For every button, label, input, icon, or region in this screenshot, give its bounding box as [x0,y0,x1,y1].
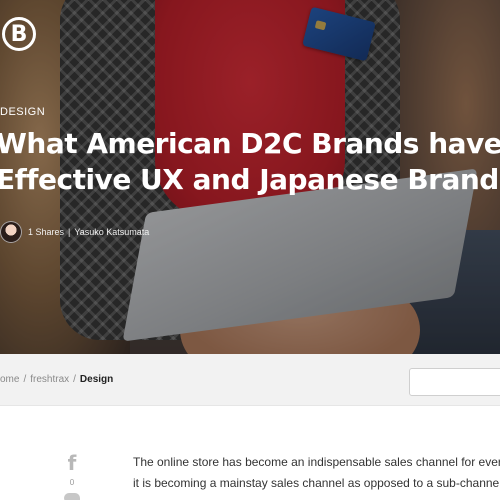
facebook-share-count: 0 [69,478,75,487]
share-column: f 0 [60,452,84,500]
article-meta: 1 Shares | Yasuko Katsumata [0,220,149,244]
article-title: What American D2C Brands have for Effect… [0,126,500,198]
author-avatar[interactable] [0,221,22,243]
share-count: 1 Shares [28,227,65,237]
twitter-icon[interactable] [64,493,80,500]
meta-separator: | [68,227,71,237]
search-input[interactable] [409,368,500,396]
article-category[interactable]: DESIGN [0,106,45,118]
article-title-line-1: What American D2C Brands have for [0,127,500,160]
breadcrumb: ome / freshtrax / Design [0,374,113,385]
article-title-line-2: Effective UX and Japanese Brands Don’t [0,163,500,196]
facebook-icon[interactable]: f [68,452,77,474]
meta-text: 1 Shares | Yasuko Katsumata [28,227,149,237]
breadcrumb-separator: / [23,374,27,385]
breadcrumb-current: Design [79,374,114,385]
breadcrumb-freshtrax[interactable]: freshtrax [30,374,69,385]
article-body: The online store has become an indispens… [133,452,500,494]
author-link[interactable]: Yasuko Katsumata [74,227,149,237]
breadcrumb-separator: / [73,374,76,385]
breadcrumb-bar: ome / freshtrax / Design [0,354,500,406]
article-paragraph-line-2: it is becoming a mainstay sales channel … [133,476,500,490]
breadcrumb-home[interactable]: ome [0,374,19,385]
article-paragraph-line-1: The online store has become an indispens… [133,455,500,469]
site-logo[interactable]: B [2,17,36,51]
